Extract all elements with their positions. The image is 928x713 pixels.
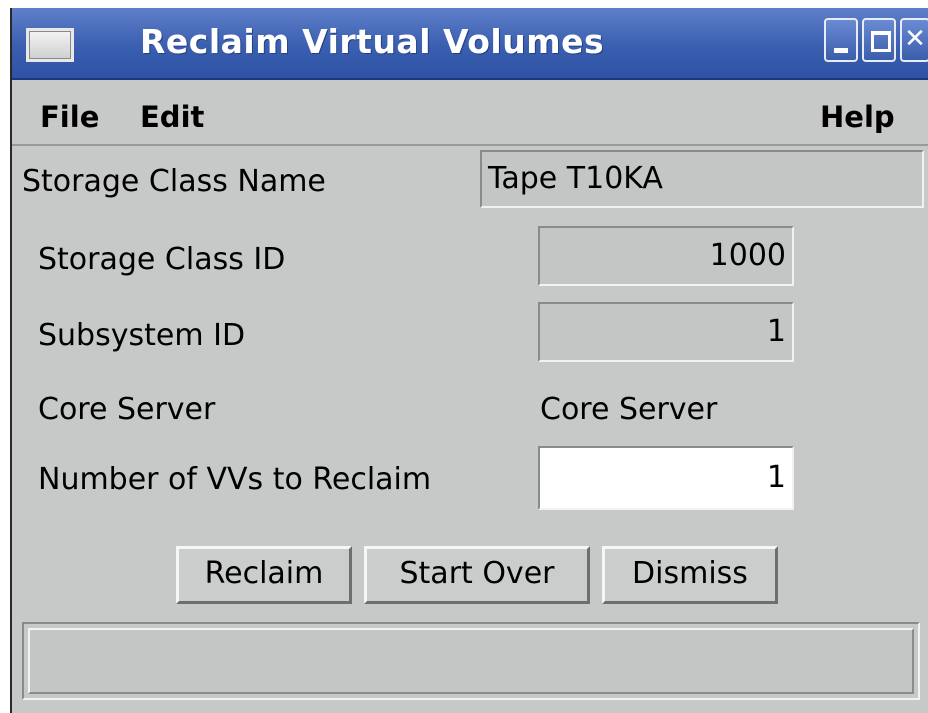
minimize-button[interactable] [824,18,858,62]
window-icon[interactable] [26,28,74,62]
storage-class-id-label: Storage Class ID [38,242,286,277]
window-title: Reclaim Virtual Volumes [140,22,605,61]
core-server-label: Core Server [38,392,216,427]
start-over-button[interactable]: Start Over [364,546,590,604]
reclaim-button[interactable]: Reclaim [176,546,352,604]
menu-edit[interactable]: Edit [140,100,204,134]
subsystem-id-field: 1 [538,302,794,362]
subsystem-id-label: Subsystem ID [38,318,246,353]
maximize-button[interactable] [862,18,896,62]
title-bar[interactable]: Reclaim Virtual Volumes ✕ [12,8,928,80]
status-bar [22,622,920,700]
core-server-value: Core Server [540,392,718,427]
reclaim-virtual-volumes-window: Reclaim Virtual Volumes ✕ File Edit Help… [10,8,928,713]
status-message [28,628,914,694]
storage-class-name-label: Storage Class Name [22,164,326,199]
number-of-vvs-input[interactable]: 1 [538,446,794,510]
dismiss-button[interactable]: Dismiss [602,546,778,604]
menu-bar: File Edit Help [12,80,928,146]
close-icon: ✕ [904,24,926,54]
minimize-icon [834,48,848,53]
number-of-vvs-label: Number of VVs to Reclaim [38,462,432,497]
storage-class-name-field: Tape T10KA [480,150,924,208]
menu-help[interactable]: Help [820,100,895,134]
maximize-icon [871,31,891,52]
storage-class-id-field: 1000 [538,226,794,286]
close-button[interactable]: ✕ [900,18,928,62]
menu-file[interactable]: File [40,100,99,134]
